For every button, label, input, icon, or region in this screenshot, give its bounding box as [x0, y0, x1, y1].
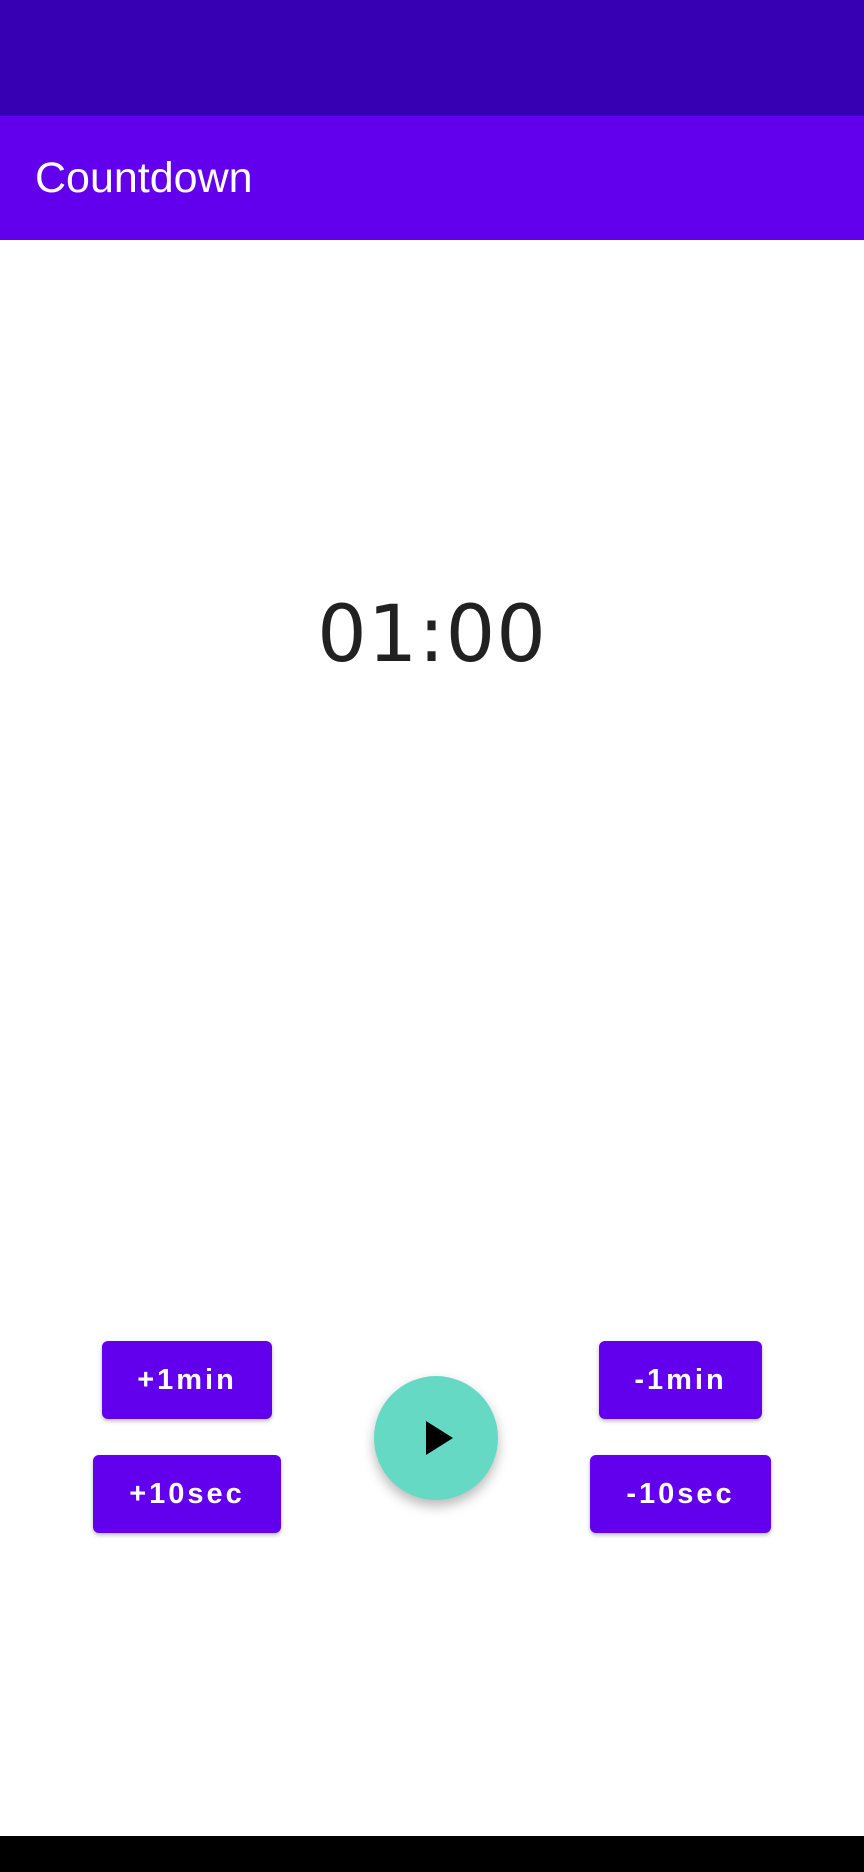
main-content: 01:00 +1min +10sec -1min -10sec [0, 240, 864, 1836]
system-navigation-bar [0, 1836, 864, 1872]
add-1-minute-button[interactable]: +1min [102, 1341, 272, 1419]
add-10-seconds-button[interactable]: +10sec [93, 1455, 281, 1533]
app-title: Countdown [35, 154, 253, 202]
play-icon [425, 1421, 453, 1455]
app-bar: Countdown [0, 116, 864, 240]
status-bar [0, 0, 864, 116]
subtract-10-seconds-button[interactable]: -10sec [590, 1455, 771, 1533]
countdown-timer-display: 01:00 [317, 590, 547, 680]
subtract-1-minute-button[interactable]: -1min [599, 1341, 762, 1419]
start-timer-button[interactable] [374, 1376, 498, 1500]
